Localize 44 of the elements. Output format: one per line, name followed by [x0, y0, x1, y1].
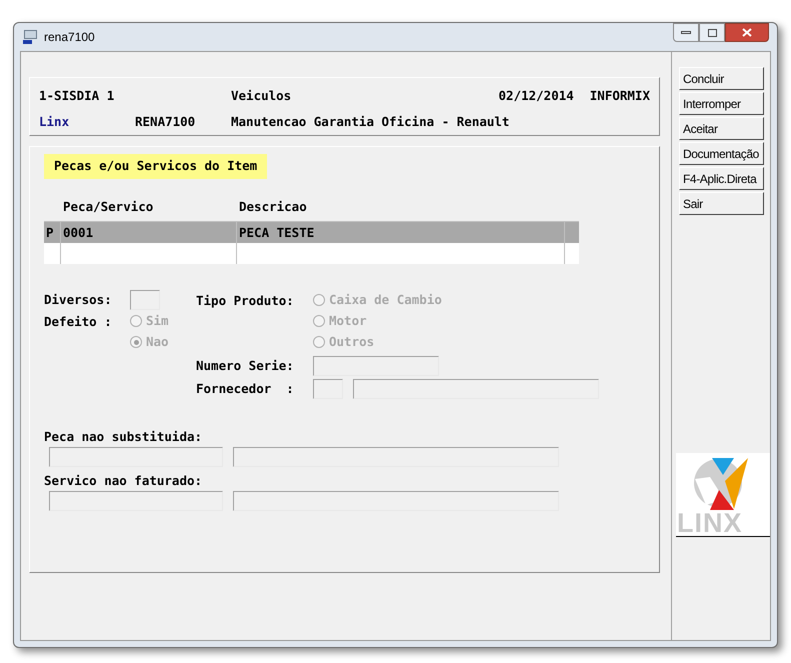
action-button[interactable]: Interromper [679, 92, 764, 115]
radio-label: Sim [146, 312, 169, 330]
field-label: Numero Serie: [196, 356, 295, 375]
field-label: Fornecedor : [196, 380, 295, 398]
action-button[interactable]: Documentação [679, 142, 764, 165]
database-name: INFORMIX [590, 87, 650, 105]
close-icon [742, 28, 752, 37]
action-button[interactable]: F4-Aplic.Direta [679, 167, 764, 190]
field-label: Tipo Produto: [196, 292, 295, 310]
field-label: Defeito : [44, 312, 113, 330]
action-button[interactable]: Sair [679, 192, 764, 215]
table-row[interactable] [44, 242, 579, 264]
radio-label: Nao [146, 332, 169, 351]
input-field[interactable] [233, 446, 559, 466]
input-field[interactable] [233, 490, 559, 510]
column-header: Peca/Servico [63, 198, 154, 216]
terminal-icon [22, 29, 38, 45]
radio-label: Motor [329, 312, 367, 330]
field-label: Servico nao faturado: [44, 472, 202, 490]
radio-label: Caixa de Cambio [329, 290, 442, 309]
section-title: Pecas e/ou Servicos do Item [44, 154, 268, 179]
program-title: Manutencao Garantia Oficina - Renault [231, 112, 510, 131]
input-field[interactable] [313, 356, 439, 376]
window-title: rena7100 [44, 29, 95, 46]
system-code: 1-SISDIA 1 [39, 87, 116, 105]
maximize-button[interactable] [699, 23, 725, 42]
module-name: Veiculos [231, 87, 292, 105]
table-row[interactable]: P 0001 PECA TESTE [44, 222, 579, 242]
action-button[interactable]: Aceitar [679, 117, 764, 140]
input-field[interactable] [353, 379, 599, 399]
minimize-button[interactable] [673, 23, 699, 42]
program-code: RENA7100 [135, 112, 196, 131]
input-field[interactable] [130, 290, 160, 310]
input-field[interactable] [49, 446, 223, 466]
action-button[interactable]: Concluir [679, 67, 764, 90]
input-field[interactable] [313, 379, 343, 399]
radio-label: Outros [329, 332, 374, 351]
close-button[interactable] [725, 23, 769, 42]
field-label: Diversos: [44, 290, 113, 309]
column-header: Descricao [239, 198, 307, 216]
input-field[interactable] [49, 490, 223, 510]
company-name: Linx [39, 112, 70, 131]
date-text: 02/12/2014 [498, 87, 574, 105]
field-label: Peca nao substituida: [44, 428, 202, 446]
